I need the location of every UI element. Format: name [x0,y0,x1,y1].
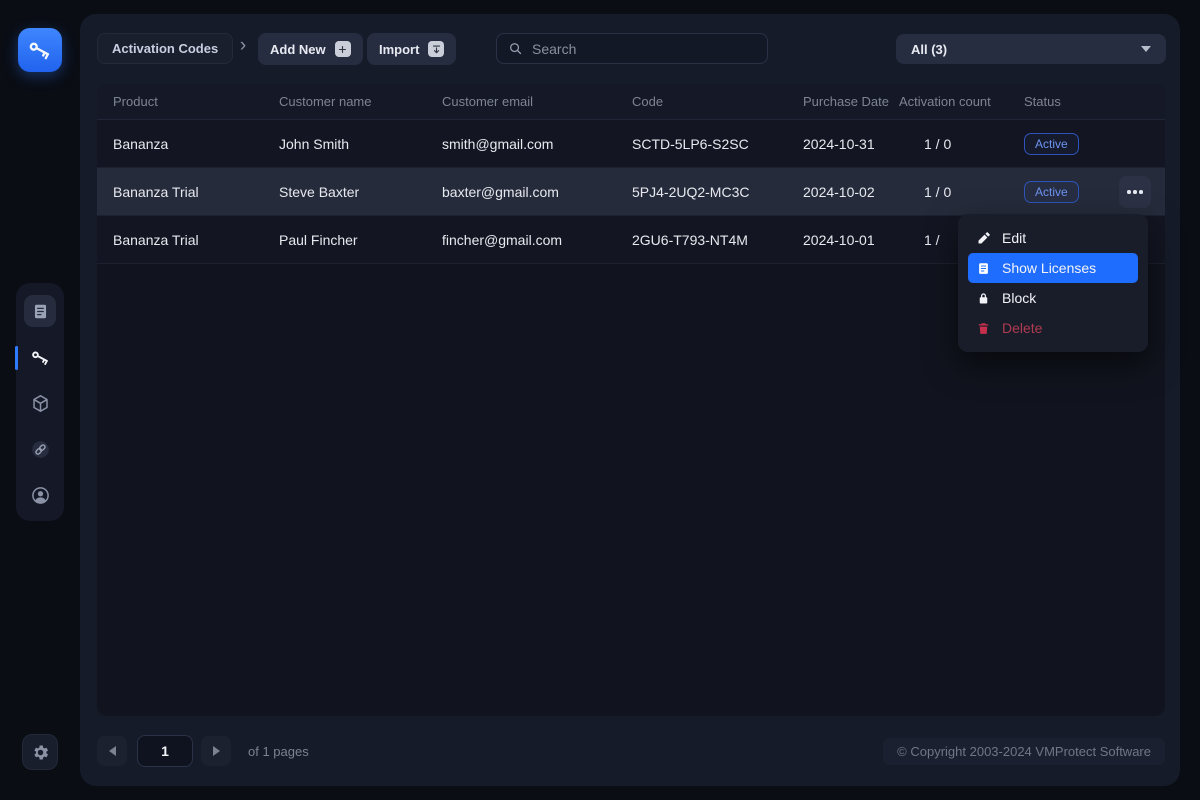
status-filter-dropdown[interactable]: All (3) [896,34,1166,64]
column-header-status[interactable]: Status [1024,94,1149,109]
pages-total-label: of 1 pages [248,743,309,759]
cell-customer-name: Steve Baxter [279,183,360,200]
table-row[interactable]: Bananza Trial Steve Baxter baxter@gmail.… [97,168,1165,216]
add-new-button[interactable]: Add New [258,33,363,65]
cell-customer-email: smith@gmail.com [442,135,554,152]
cell-activation-count: 1 / 0 [924,135,952,152]
column-header-purchase-date[interactable]: Purchase Date [803,94,899,109]
search-icon [508,41,523,56]
arrow-left-icon [108,746,116,756]
main-panel: Activation Codes › Add New Import All (3… [80,14,1180,786]
cell-product: Bananza [113,135,169,152]
cell-customer-email: fincher@gmail.com [442,231,563,248]
cell-code: 2GU6-T793-NT4M [632,231,748,248]
key-icon [30,347,51,368]
table-header-row: Product Customer name Customer email Cod… [97,84,1165,120]
lock-icon [976,291,991,306]
sidebar-item-account[interactable] [24,479,56,511]
menu-item-label: Edit [1002,230,1027,246]
sidebar-item-documents[interactable] [24,295,56,327]
column-header-code[interactable]: Code [632,94,803,109]
menu-item-label: Block [1002,290,1037,306]
cell-purchase-date: 2024-10-31 [803,135,875,152]
row-context-menu: Edit Show Licenses Block Delete [958,214,1148,352]
menu-item-block[interactable]: Block [968,283,1138,313]
app-logo[interactable] [18,28,62,72]
menu-item-label: Show Licenses [1002,260,1097,276]
breadcrumb[interactable]: Activation Codes [97,33,234,64]
license-icon [976,261,991,276]
cell-activation-count: 1 / 0 [924,183,952,200]
copyright-label: © Copyright 2003-2024 VMProtect Software [883,738,1165,765]
add-new-label: Add New [270,41,326,57]
document-icon [31,302,50,321]
link-icon [30,439,51,460]
menu-item-label: Delete [1002,320,1043,336]
cell-code: SCTD-5LP6-S2SC [632,135,749,152]
arrow-right-icon [212,746,220,756]
gear-icon [31,743,50,762]
page-number-input[interactable] [137,735,193,767]
cell-product: Bananza Trial [113,231,199,248]
cell-customer-email: baxter@gmail.com [442,183,559,200]
pencil-icon [976,231,991,246]
cell-customer-name: John Smith [279,135,350,152]
import-download-icon [428,41,445,57]
cell-code: 5PJ4-2UQ2-MC3C [632,183,750,200]
cube-icon [30,393,51,414]
cell-status: Active [1024,132,1149,155]
search-input[interactable] [532,40,756,57]
user-icon [30,485,51,506]
status-badge[interactable]: Active [1024,132,1079,155]
import-button[interactable]: Import [367,33,457,65]
sidebar-nav [15,283,64,521]
key-icon [27,37,53,63]
menu-item-show-licenses[interactable]: Show Licenses [968,253,1138,283]
import-label: Import [379,41,420,57]
cell-customer-name: Paul Fincher [279,231,358,248]
cell-purchase-date: 2024-10-02 [803,183,875,200]
column-header-product[interactable]: Product [113,94,279,109]
plus-square-icon [334,41,351,57]
previous-page-button[interactable] [97,736,127,766]
sidebar-item-activation-codes[interactable] [24,341,56,373]
sidebar-item-products[interactable] [24,387,56,419]
column-header-customer-email[interactable]: Customer email [442,94,632,109]
chevron-down-icon [1141,46,1151,52]
ellipsis-icon [1127,190,1131,194]
breadcrumb-label: Activation Codes [112,41,219,56]
row-actions-button[interactable] [1119,176,1151,208]
next-page-button[interactable] [201,736,231,766]
cell-product: Bananza Trial [113,183,199,200]
chevron-right-icon: › [239,35,247,56]
column-header-customer-name[interactable]: Customer name [279,94,442,109]
column-header-activation-count[interactable]: Activation count [899,94,1024,109]
cell-purchase-date: 2024-10-01 [803,231,875,248]
status-badge[interactable]: Active [1024,180,1079,203]
settings-button[interactable] [22,734,58,770]
menu-item-delete[interactable]: Delete [968,313,1138,343]
table-row[interactable]: Bananza John Smith smith@gmail.com SCTD-… [97,120,1165,168]
active-nav-indicator [15,346,18,370]
sidebar-item-links[interactable] [24,433,56,465]
trash-icon [976,321,991,336]
activation-codes-table: Product Customer name Customer email Cod… [97,84,1165,716]
search-box [496,33,768,64]
menu-item-edit[interactable]: Edit [968,223,1138,253]
filter-value: All (3) [911,41,948,57]
